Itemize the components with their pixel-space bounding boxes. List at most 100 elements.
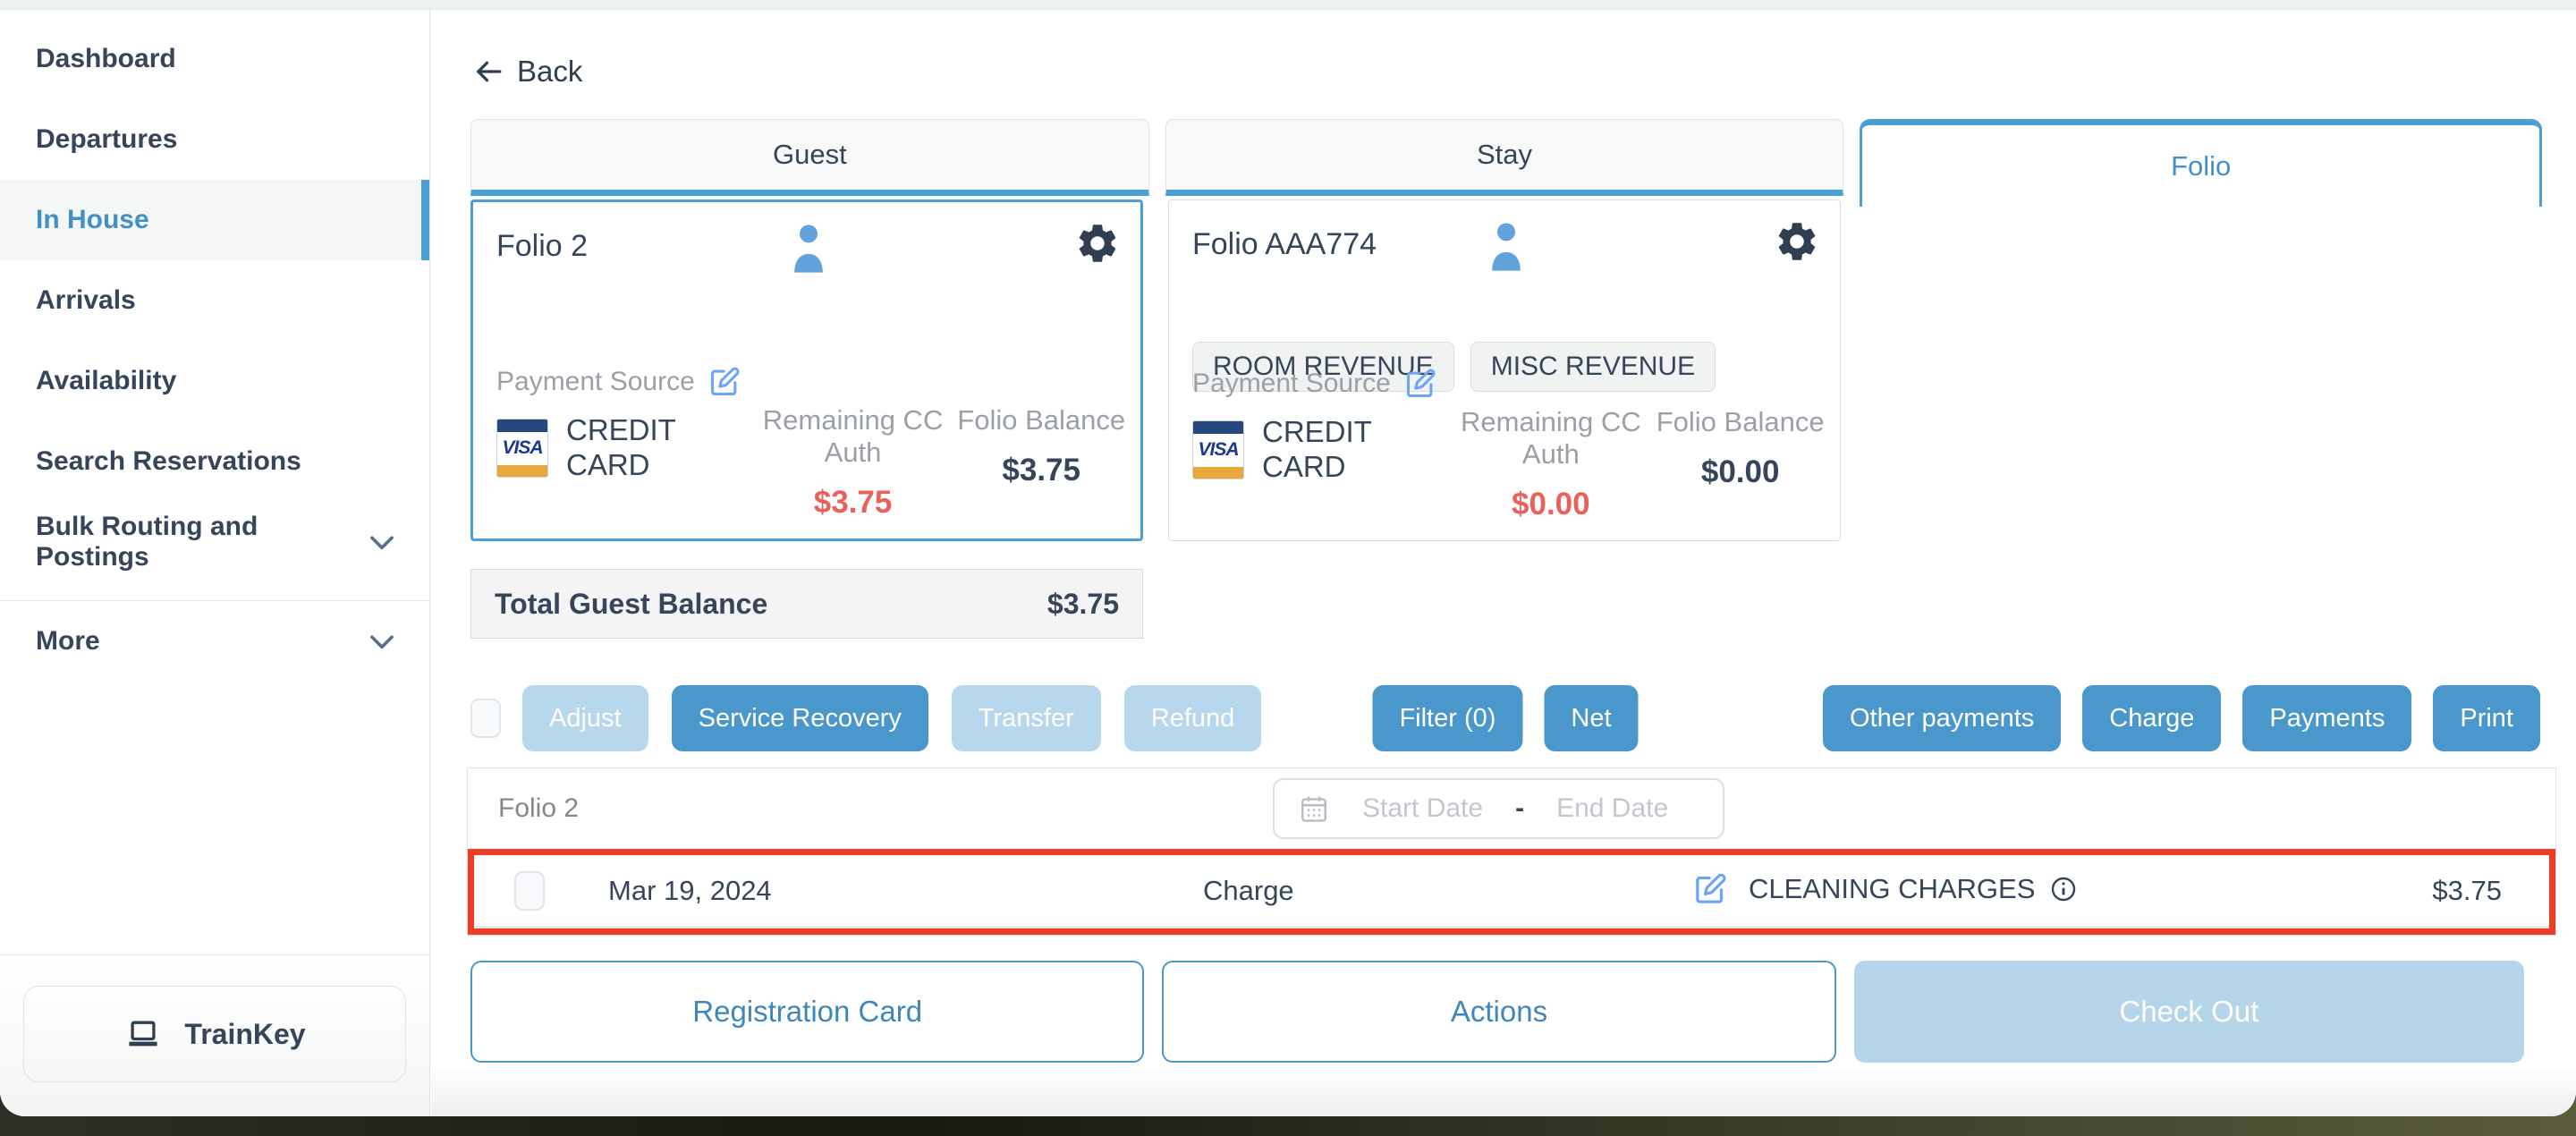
toolbar-center-group: Filter (0) Net xyxy=(1372,685,1638,751)
sidebar-item-label: Availability xyxy=(36,366,176,396)
folio-card-footer: Payment Source VISA CREDIT CARD xyxy=(1192,367,1827,522)
transactions-table: Folio 2 Start Date - End Date Mar 19, 20… xyxy=(467,767,2556,936)
payment-source-block: Payment Source VISA CREDIT CARD xyxy=(1192,367,1448,522)
sidebar-item-more[interactable]: More xyxy=(0,600,429,682)
registration-card-button[interactable]: Registration Card xyxy=(470,961,1144,1063)
footer-action-buttons: Registration Card Actions Check Out xyxy=(470,961,2524,1063)
folio-balance-label: Folio Balance xyxy=(1653,406,1827,438)
transaction-description: CLEANING CHARGES xyxy=(1749,873,2035,905)
folio-balance-label: Folio Balance xyxy=(954,404,1128,437)
sidebar-item-search-reservations[interactable]: Search Reservations xyxy=(0,421,429,502)
remaining-cc-auth-value: $3.75 xyxy=(751,485,955,521)
sidebar-item-availability[interactable]: Availability xyxy=(0,341,429,421)
calendar-icon xyxy=(1298,793,1330,825)
folio-card-folio-2[interactable]: Folio 2 Payment Source xyxy=(470,199,1143,541)
sidebar-item-label: Departures xyxy=(36,124,177,155)
remaining-cc-auth-value: $0.00 xyxy=(1448,487,1653,522)
folio-card-header: Folio AAA774 xyxy=(1192,218,1820,277)
payments-button[interactable]: Payments xyxy=(2242,685,2411,751)
sidebar-item-label: Bulk Routing and Postings xyxy=(36,512,365,572)
filter-button[interactable]: Filter (0) xyxy=(1372,685,1522,751)
chevron-down-icon xyxy=(365,624,399,658)
trainkey-label: TrainKey xyxy=(184,1018,305,1051)
info-icon[interactable] xyxy=(2049,875,2078,903)
adjust-button[interactable]: Adjust xyxy=(522,685,648,751)
folio-card-folio-aaa774[interactable]: Folio AAA774 ROOM REVENUE MISC REVENUE xyxy=(1168,199,1841,541)
sidebar-item-dashboard[interactable]: Dashboard xyxy=(0,19,429,99)
net-button[interactable]: Net xyxy=(1544,685,1638,751)
sidebar-item-departures[interactable]: Departures xyxy=(0,99,429,180)
visa-brand-text: VISA xyxy=(1193,434,1243,467)
payment-source-label: Payment Source xyxy=(1192,369,1391,399)
window-top-strip xyxy=(0,0,2576,10)
total-guest-balance-label: Total Guest Balance xyxy=(495,588,767,621)
payment-card-type: CREDIT CARD xyxy=(1262,415,1423,485)
sidebar-item-label: In House xyxy=(36,205,149,235)
date-range-picker[interactable]: Start Date - End Date xyxy=(1273,778,1724,839)
visa-brand-text: VISA xyxy=(497,432,547,465)
sidebar-item-label: Dashboard xyxy=(36,44,176,74)
trainkey-button[interactable]: TrainKey xyxy=(23,986,406,1082)
total-guest-balance-bar: Total Guest Balance $3.75 xyxy=(470,569,1143,639)
sidebar-item-in-house[interactable]: In House xyxy=(0,180,429,260)
transaction-type: Charge xyxy=(1203,875,1294,907)
service-recovery-button[interactable]: Service Recovery xyxy=(672,685,928,751)
sidebar-item-arrivals[interactable]: Arrivals xyxy=(0,260,429,341)
transaction-row-highlighted[interactable]: Mar 19, 2024 Charge CLEANING CHARGES $3.… xyxy=(468,849,2555,935)
row-select-checkbox[interactable] xyxy=(514,871,545,911)
toolbar-right-group: Other payments Charge Payments Print xyxy=(1823,685,2540,751)
folio-title: Folio AAA774 xyxy=(1192,227,1377,262)
chevron-down-icon xyxy=(365,525,399,559)
arrow-left-icon xyxy=(472,55,504,88)
other-payments-button[interactable]: Other payments xyxy=(1823,685,2061,751)
tab-bar: Guest Stay Folio xyxy=(470,119,2542,207)
guest-person-icon[interactable] xyxy=(1488,218,1524,280)
back-button[interactable]: Back xyxy=(472,55,582,89)
visa-card-logo: VISA xyxy=(1192,420,1244,479)
gear-icon[interactable] xyxy=(1774,218,1820,269)
payment-source-label: Payment Source xyxy=(496,367,695,397)
date-range-separator: - xyxy=(1515,793,1524,824)
edit-icon[interactable] xyxy=(1403,367,1437,401)
tab-folio[interactable]: Folio xyxy=(1860,119,2542,207)
guest-person-icon[interactable] xyxy=(791,220,826,282)
main-content: Back Guest Stay Folio Folio 2 xyxy=(431,10,2576,1116)
folio-title: Folio 2 xyxy=(496,229,588,264)
tab-guest[interactable]: Guest xyxy=(470,119,1149,196)
transfer-button[interactable]: Transfer xyxy=(952,685,1101,751)
folio-balance-block: Folio Balance $0.00 xyxy=(1653,367,1827,522)
edit-icon[interactable] xyxy=(708,365,741,399)
check-out-button[interactable]: Check Out xyxy=(1854,961,2524,1063)
laptop-icon xyxy=(123,1014,163,1054)
folio-balance-block: Folio Balance $3.75 xyxy=(954,365,1128,521)
folio-section-label: Folio 2 xyxy=(498,793,579,824)
remaining-cc-auth-label: Remaining CC Auth xyxy=(751,404,955,469)
gear-icon[interactable] xyxy=(1074,220,1121,271)
edit-icon[interactable] xyxy=(1692,871,1728,911)
toolbar-left-group: Adjust Service Recovery Transfer Refund xyxy=(522,685,1261,751)
transaction-amount: $3.75 xyxy=(2432,875,2502,907)
tab-stay[interactable]: Stay xyxy=(1165,119,1844,196)
transactions-toolbar: Adjust Service Recovery Transfer Refund … xyxy=(470,685,2540,751)
folio-balance-value: $3.75 xyxy=(954,453,1128,488)
sidebar-item-label: More xyxy=(36,626,100,657)
remaining-cc-auth-block: Remaining CC Auth $0.00 xyxy=(1448,367,1653,522)
select-all-checkbox[interactable] xyxy=(470,699,501,738)
remaining-cc-auth-label: Remaining CC Auth xyxy=(1448,406,1653,471)
total-guest-balance-value: $3.75 xyxy=(1047,588,1119,621)
app-window: Dashboard Departures In House Arrivals A… xyxy=(0,0,2576,1116)
sidebar-item-bulk-routing-and-postings[interactable]: Bulk Routing and Postings xyxy=(0,502,429,582)
visa-card-logo: VISA xyxy=(496,419,548,478)
sidebar-nav: Dashboard Departures In House Arrivals A… xyxy=(0,10,429,682)
sidebar: Dashboard Departures In House Arrivals A… xyxy=(0,10,430,1116)
sidebar-bottom-panel: TrainKey xyxy=(0,954,429,1116)
print-button[interactable]: Print xyxy=(2433,685,2540,751)
charge-button[interactable]: Charge xyxy=(2082,685,2221,751)
back-label: Back xyxy=(517,55,582,89)
remaining-cc-auth-block: Remaining CC Auth $3.75 xyxy=(751,365,955,521)
refund-button[interactable]: Refund xyxy=(1124,685,1262,751)
actions-button[interactable]: Actions xyxy=(1162,961,1835,1063)
payment-source-block: Payment Source VISA CREDIT CARD xyxy=(496,365,751,521)
tab-label: Stay xyxy=(1477,139,1532,171)
payment-card-type: CREDIT CARD xyxy=(566,413,727,483)
